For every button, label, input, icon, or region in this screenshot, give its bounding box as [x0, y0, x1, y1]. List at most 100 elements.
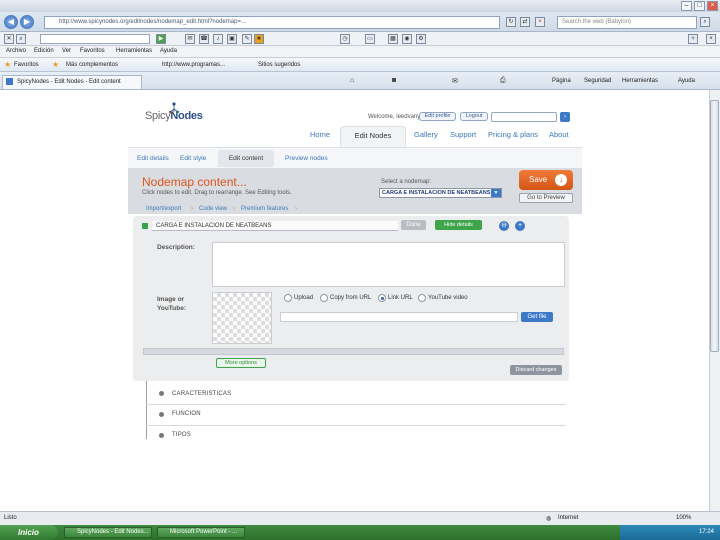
import-export-link[interactable]: Import/export	[146, 206, 181, 212]
fav-link-2[interactable]: http://www.programas...	[162, 62, 225, 68]
nav-edit-nodes[interactable]: Edit Nodes	[340, 126, 406, 147]
favorites-label[interactable]: Favoritos	[14, 62, 39, 68]
toolbar-star-icon[interactable]: ★	[254, 34, 264, 44]
description-textarea[interactable]	[212, 242, 565, 287]
fav-link-3[interactable]: Sitios sugeridos	[258, 62, 300, 68]
menu-favorites[interactable]: Favoritos	[80, 48, 105, 54]
logo-text-accent: Nodes	[170, 110, 203, 122]
mail-icon[interactable]: ✉	[452, 77, 458, 85]
toolbar-icon-5[interactable]: ✎	[242, 34, 252, 44]
toolbar-icon-7[interactable]: ▭	[365, 34, 375, 44]
radio-copy-url-label: Copy from URL	[330, 295, 372, 301]
back-icon[interactable]: ◀	[4, 15, 18, 29]
subnav-edit-content[interactable]: Edit content	[218, 150, 274, 167]
maximize-icon[interactable]: □	[694, 1, 705, 11]
refresh-icon[interactable]: ↻	[506, 17, 516, 27]
toolbar-icon-1[interactable]: ✉	[185, 34, 195, 44]
toolbar-icon-9[interactable]: ◉	[402, 34, 412, 44]
nav-about[interactable]: About	[549, 130, 569, 139]
site-search-go-icon[interactable]: ›	[560, 112, 570, 122]
feeds-icon[interactable]: ◙	[392, 77, 396, 84]
wrench-icon[interactable]: ✧	[688, 34, 698, 44]
tree-item-funcion[interactable]: FUNCION	[172, 411, 201, 417]
print-icon[interactable]: ⎙	[500, 77, 506, 85]
toolbar-icon-4[interactable]: ▣	[227, 34, 237, 44]
home-icon[interactable]: ⌂	[350, 77, 354, 84]
scrollbar-thumb[interactable]	[710, 100, 719, 352]
get-file-button[interactable]: Get file	[521, 312, 553, 322]
nav-support[interactable]: Support	[450, 130, 476, 139]
forward-icon[interactable]: ▶	[20, 15, 34, 29]
close-icon[interactable]: ×	[707, 1, 718, 11]
node-marker-icon[interactable]	[142, 223, 148, 229]
nodemap-select[interactable]: CARGA E INSTALACION DE NEATBEANS	[379, 188, 502, 198]
tab-tool-help[interactable]: Ayuda	[678, 78, 695, 84]
toolbar-icon-2[interactable]: ☎	[199, 34, 209, 44]
menu-tools[interactable]: Herramientas	[116, 48, 152, 54]
delete-node-icon[interactable]: ⊖	[499, 221, 509, 231]
stop-icon[interactable]: ×	[535, 17, 545, 27]
tab-favicon-icon	[6, 78, 13, 85]
menu-edit[interactable]: Edición	[34, 48, 54, 54]
address-bar[interactable]: http://www.spicynodes.org/editnodes/node…	[44, 16, 500, 29]
tab-tool-page[interactable]: Página	[552, 78, 571, 84]
tree-node-dot-1[interactable]	[159, 391, 164, 396]
go-to-preview-button[interactable]: Go to Preview	[519, 193, 573, 203]
toolbar-go-icon[interactable]: ▶	[156, 34, 166, 44]
node-title-input[interactable]: CARGA E INSTALACION DE NEATBEANS	[152, 221, 398, 231]
media-url-input[interactable]	[280, 312, 518, 322]
start-button[interactable]: Inicio	[0, 525, 58, 540]
add-node-icon[interactable]: +	[515, 221, 525, 231]
toolbar-icon-10[interactable]: ⚙	[416, 34, 426, 44]
toolbar-search-input[interactable]	[40, 34, 150, 44]
hide-details-button[interactable]: Hide details	[435, 220, 482, 230]
status-zoom[interactable]: 100%	[676, 515, 691, 521]
subnav-preview-nodes[interactable]: Preview nodes	[285, 155, 328, 162]
menu-file[interactable]: Archivo	[6, 48, 26, 54]
fav-link-1[interactable]: Más complementos	[66, 62, 118, 68]
edit-profile-button[interactable]: Edit profile	[419, 112, 456, 121]
toolbar-icon-6[interactable]: ◷	[340, 34, 350, 44]
subnav-edit-details[interactable]: Edit details	[137, 155, 169, 162]
subnav-edit-style[interactable]: Edit style	[180, 155, 206, 162]
nav-gallery[interactable]: Gallery	[414, 130, 438, 139]
babylon-toolbar: ✕ ⌕ ▶ ✉ ☎ ♪ ▣ ✎ ★ ◷ ▭ ▦ ◉ ⚙ ✧ ×	[0, 32, 720, 46]
discard-changes-button[interactable]: Discard changes	[510, 365, 562, 375]
toolbar-icon-3[interactable]: ♪	[213, 34, 223, 44]
radio-upload[interactable]	[284, 294, 292, 302]
radio-youtube[interactable]	[418, 294, 426, 302]
code-view-link[interactable]: Code view	[199, 206, 227, 212]
search-icon[interactable]: ⌕	[700, 17, 710, 27]
premium-features-link[interactable]: Premium features	[241, 206, 288, 212]
toolbar-close-icon[interactable]: ×	[706, 34, 716, 44]
tree-node-dot-2[interactable]	[159, 412, 164, 417]
add-favorite-icon[interactable]: ★	[52, 60, 59, 69]
toolbar-icon-8[interactable]: ▦	[388, 34, 398, 44]
nav-pricing[interactable]: Pricing & plans	[488, 130, 538, 139]
radio-link-url[interactable]	[378, 294, 386, 302]
menu-help[interactable]: Ayuda	[160, 48, 177, 54]
minimize-icon[interactable]: –	[681, 1, 692, 11]
tree-item-caracteristicas[interactable]: CARACTERISTICAS	[172, 391, 231, 397]
done-button[interactable]: Done	[401, 220, 426, 230]
more-options-button[interactable]: More options	[216, 358, 266, 368]
site-search-input[interactable]	[491, 112, 557, 122]
logout-button[interactable]: Logout	[460, 112, 488, 121]
chevron-down-icon[interactable]: ▼	[491, 189, 501, 197]
tab-tool-tools[interactable]: Herramientas	[622, 78, 658, 84]
save-arrow-icon[interactable]: ↓	[555, 174, 567, 186]
toolbar-search-icon[interactable]: ⌕	[16, 34, 26, 44]
taskbar-item-powerpoint[interactable]: Microsoft PowerPoint - ...	[157, 527, 245, 538]
spicynodes-logo[interactable]: SpicyNodes	[145, 110, 203, 122]
taskbar-item-browser[interactable]: SpicyNodes - Edit Nodes...	[64, 527, 152, 538]
radio-copy-url[interactable]	[320, 294, 328, 302]
tab-spicynodes[interactable]: SpicyNodes - Edit Nodes - Edit content	[2, 75, 142, 89]
nav-home[interactable]: Home	[310, 130, 330, 139]
editor-horizontal-scrollbar[interactable]	[143, 348, 564, 355]
compat-icon[interactable]: ⇄	[520, 17, 530, 27]
tab-tool-security[interactable]: Seguridad	[584, 78, 611, 84]
tree-item-tipos[interactable]: TIPOS	[172, 432, 191, 438]
menu-view[interactable]: Ver	[62, 48, 71, 54]
tree-node-dot-3[interactable]	[159, 433, 164, 438]
web-search-input[interactable]: Search the web (Babylon)	[557, 16, 697, 29]
